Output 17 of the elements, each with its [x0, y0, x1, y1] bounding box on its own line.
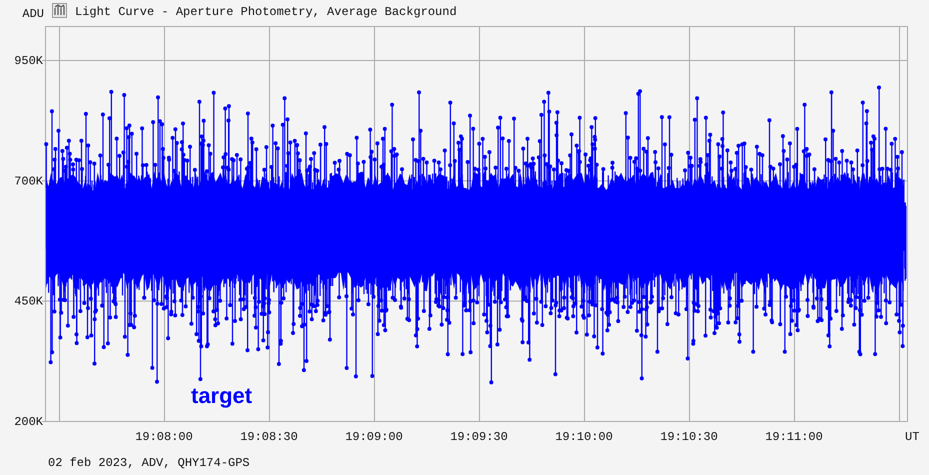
axis-label: 200K	[14, 415, 43, 429]
axis-label: 19:08:30	[240, 430, 298, 444]
chart-icon	[52, 3, 67, 18]
axis-label: 700K	[14, 174, 43, 188]
series-label: target	[191, 383, 252, 408]
window-title: Light Curve - Aperture Photometry, Average Background	[75, 5, 457, 19]
axis-label: 19:10:00	[555, 430, 613, 444]
axis-label: 19:10:30	[660, 430, 718, 444]
axis-label: 950K	[14, 54, 43, 68]
axis-unit: ADU	[21, 6, 44, 21]
axis-label: 19:09:00	[345, 430, 403, 444]
axis-label: 450K	[14, 294, 43, 309]
axis-label: 19:08:00	[135, 430, 193, 444]
axis-unit: UT	[905, 430, 920, 444]
axis-label: 19:11:00	[765, 430, 823, 444]
axis-label: 19:09:30	[450, 430, 508, 444]
status-text: 02 feb 2023, ADV, QHY174-GPS	[48, 456, 250, 470]
